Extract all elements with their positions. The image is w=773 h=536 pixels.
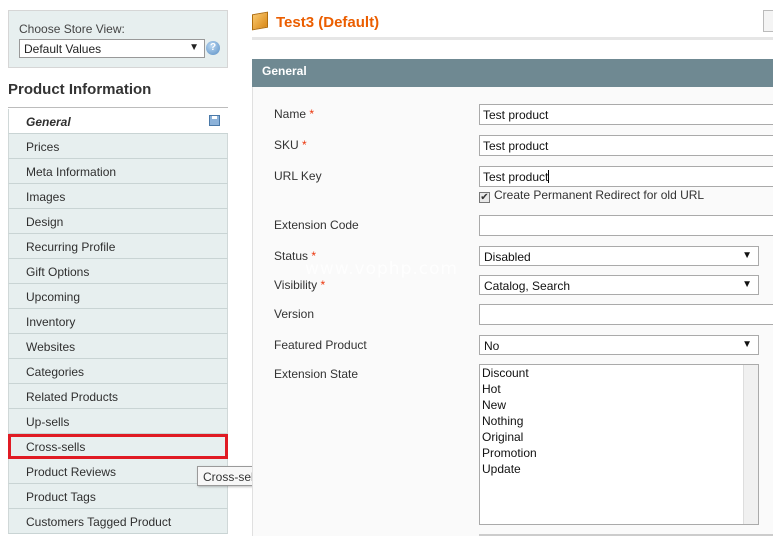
- redirect-checkbox[interactable]: ✔: [479, 192, 490, 203]
- tab-product-reviews[interactable]: Product Reviews: [8, 459, 228, 484]
- multiselect-option[interactable]: Hot: [480, 381, 758, 397]
- extension-state-label: Extension State: [274, 367, 359, 381]
- tab-label: Design: [26, 215, 64, 229]
- tab-categories[interactable]: Categories: [8, 359, 228, 384]
- tab-label: Upcoming: [26, 290, 81, 304]
- product-box-icon: [252, 11, 268, 31]
- tab-gift-options[interactable]: Gift Options: [8, 259, 228, 284]
- extension-code-label: Extension Code: [274, 218, 359, 232]
- featured-product-label: Featured Product: [274, 338, 367, 352]
- tab-related-products[interactable]: Related Products: [8, 384, 228, 409]
- sidebar-heading: Product Information: [8, 81, 152, 98]
- multiselect-option[interactable]: Update: [480, 461, 758, 477]
- text-caret: [548, 170, 550, 183]
- status-value: Disabled: [484, 250, 531, 264]
- url-key-label: URL Key: [274, 169, 322, 183]
- required-mark: *: [309, 107, 315, 121]
- redirect-option: ✔ Create Permanent Redirect for old URL: [479, 188, 704, 203]
- product-tabs: General Prices Meta Information Images D…: [8, 109, 228, 534]
- product-information-heading: Product Information: [8, 72, 228, 108]
- tab-up-sells[interactable]: Up-sells: [8, 409, 228, 434]
- chevron-down-icon: ▼: [742, 339, 752, 350]
- chevron-down-icon: ▼: [742, 250, 752, 261]
- required-mark: *: [320, 278, 326, 292]
- version-field[interactable]: [479, 304, 773, 325]
- tab-design[interactable]: Design: [8, 209, 228, 234]
- chevron-down-icon: ▼: [742, 279, 752, 290]
- header-button[interactable]: [763, 10, 773, 32]
- tab-label: Product Reviews: [26, 465, 117, 479]
- name-label-text: Name: [274, 107, 307, 121]
- tab-label: Recurring Profile: [26, 240, 116, 254]
- tab-websites[interactable]: Websites: [8, 334, 228, 359]
- tab-upcoming[interactable]: Upcoming: [8, 284, 228, 309]
- name-label: Name *: [274, 107, 314, 121]
- tab-label: Meta Information: [26, 165, 117, 179]
- tab-label: General: [26, 115, 71, 129]
- featured-product-select[interactable]: No ▼: [479, 335, 759, 355]
- watermark: www.vophp.com: [305, 259, 459, 279]
- chevron-down-icon: ▼: [189, 42, 199, 53]
- page-title: Test3 (Default): [276, 14, 380, 31]
- url-key-field[interactable]: Test product: [479, 166, 773, 187]
- tab-label: Prices: [26, 140, 60, 154]
- visibility-value: Catalog, Search: [484, 279, 571, 293]
- save-icon: [209, 115, 220, 126]
- tab-product-tags[interactable]: Product Tags: [8, 484, 228, 509]
- tab-customers-tagged-product[interactable]: Customers Tagged Product: [8, 509, 228, 534]
- tab-cross-sells[interactable]: Cross-sells: [8, 434, 228, 459]
- tab-label: Websites: [26, 340, 76, 354]
- multiselect-option[interactable]: Discount: [480, 365, 758, 381]
- tab-label: Categories: [26, 365, 85, 379]
- store-view-select[interactable]: Default Values ▼: [19, 39, 205, 58]
- redirect-label: Create Permanent Redirect for old URL: [494, 188, 705, 202]
- store-view-value: Default Values: [24, 42, 102, 56]
- tab-images[interactable]: Images: [8, 184, 228, 209]
- tab-prices[interactable]: Prices: [8, 134, 228, 159]
- visibility-label-text: Visibility: [274, 278, 318, 292]
- tab-label: Inventory: [26, 315, 76, 329]
- tab-recurring-profile[interactable]: Recurring Profile: [8, 234, 228, 259]
- section-title: General: [262, 64, 307, 78]
- section-header: General: [252, 59, 773, 87]
- store-view-panel: Choose Store View: Default Values ▼ ?: [8, 10, 228, 68]
- help-icon[interactable]: ?: [206, 41, 220, 55]
- required-mark: *: [302, 138, 307, 152]
- tab-general[interactable]: General: [8, 109, 228, 134]
- extension-state-multiselect[interactable]: Discount Hot New Nothing Original Promot…: [479, 364, 759, 525]
- tab-meta-information[interactable]: Meta Information: [8, 159, 228, 184]
- tab-label: Up-sells: [26, 415, 70, 429]
- status-select[interactable]: Disabled ▼: [479, 246, 759, 266]
- visibility-label: Visibility *: [274, 278, 325, 292]
- url-key-value: Test product: [483, 170, 549, 184]
- visibility-select[interactable]: Catalog, Search ▼: [479, 275, 759, 295]
- status-label-text: Status: [274, 249, 309, 263]
- name-field[interactable]: Test product: [479, 104, 773, 125]
- store-view-label: Choose Store View:: [19, 22, 125, 36]
- tab-label: Cross-sells: [26, 440, 86, 454]
- tab-label: Gift Options: [26, 265, 90, 279]
- tab-label: Product Tags: [26, 490, 96, 504]
- extension-code-field[interactable]: [479, 215, 773, 236]
- sku-field[interactable]: Test product: [479, 135, 773, 156]
- multiselect-option[interactable]: Original: [480, 429, 758, 445]
- multiselect-option[interactable]: Promotion: [480, 445, 758, 461]
- multiselect-option[interactable]: Nothing: [480, 413, 758, 429]
- version-label: Version: [274, 307, 315, 321]
- featured-product-value: No: [484, 339, 500, 353]
- tab-label: Images: [26, 190, 66, 204]
- tab-label: Customers Tagged Product: [26, 515, 172, 529]
- multiselect-option[interactable]: New: [480, 397, 758, 413]
- scrollbar[interactable]: [743, 365, 758, 524]
- tab-inventory[interactable]: Inventory: [8, 309, 228, 334]
- page-header: Test3 (Default): [252, 8, 773, 40]
- sku-label: SKU *: [274, 138, 307, 152]
- sku-label-text: SKU: [274, 138, 299, 152]
- tab-label: Related Products: [26, 390, 119, 404]
